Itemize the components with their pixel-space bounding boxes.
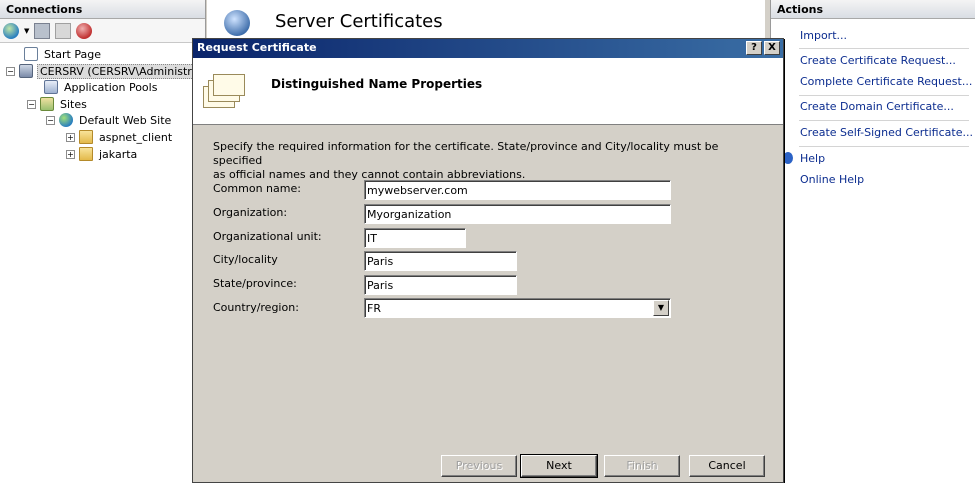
expand-icon[interactable]: + xyxy=(66,132,75,142)
certificate-icon xyxy=(203,72,245,112)
connections-toolbar: ▼ xyxy=(0,19,205,43)
city-label: City/locality xyxy=(213,253,278,266)
country-label: Country/region: xyxy=(213,301,299,314)
action-help[interactable]: Help xyxy=(800,152,825,165)
sites-icon xyxy=(40,97,54,111)
state-input[interactable] xyxy=(364,275,517,295)
tree-item-aspnet-client[interactable]: + aspnet_client xyxy=(66,129,174,145)
org-unit-label: Organizational unit: xyxy=(213,230,322,243)
request-certificate-dialog: Request Certificate ? X Distinguished Na… xyxy=(192,38,784,483)
action-import[interactable]: Import... xyxy=(800,29,847,42)
save-icon[interactable] xyxy=(34,22,51,39)
instructions-text: Specify the required information for the… xyxy=(213,140,753,182)
tree-item-label: jakarta xyxy=(99,147,138,161)
chevron-down-icon[interactable]: ▼ xyxy=(24,27,29,35)
globe-icon xyxy=(59,113,73,127)
tree-item-label: Sites xyxy=(60,97,87,111)
action-online-help[interactable]: Online Help xyxy=(800,173,864,186)
cancel-button[interactable]: Cancel xyxy=(689,455,765,477)
tree-item-server[interactable]: − CERSRV (CERSRV\Administrat xyxy=(6,63,206,79)
dialog-header-title: Distinguished Name Properties xyxy=(271,77,483,91)
close-button[interactable]: X xyxy=(764,41,780,55)
actions-header: Actions xyxy=(771,0,975,19)
next-button[interactable]: Next xyxy=(520,454,598,478)
country-select-value: FR xyxy=(367,302,381,315)
collapse-icon[interactable]: − xyxy=(46,115,55,125)
server-certificates-icon xyxy=(224,10,250,36)
chevron-down-icon[interactable]: ▼ xyxy=(653,300,669,316)
dialog-titlebar: Request Certificate ? X xyxy=(193,39,783,58)
instructions-line: Specify the required information for the… xyxy=(213,140,719,167)
state-label: State/province: xyxy=(213,277,297,290)
connect-icon[interactable] xyxy=(3,22,19,39)
finish-button[interactable]: Finish xyxy=(604,455,680,477)
connections-panel: Connections ▼ Start Page − CERSRV (CERSR… xyxy=(0,0,206,483)
tree-item-app-pools[interactable]: Application Pools xyxy=(44,79,159,95)
tree-item-label: Start Page xyxy=(44,47,101,61)
disconnect-icon[interactable] xyxy=(76,22,93,39)
city-input[interactable] xyxy=(364,251,517,271)
start-page-icon xyxy=(24,47,38,61)
action-create-self-signed-certificate[interactable]: Create Self-Signed Certificate... xyxy=(800,126,973,139)
folder-icon xyxy=(79,130,93,144)
divider xyxy=(799,95,969,96)
app-pools-icon xyxy=(44,80,58,94)
dialog-header: Distinguished Name Properties xyxy=(193,58,783,125)
expand-icon[interactable]: + xyxy=(66,149,75,159)
country-select[interactable]: FR ▼ xyxy=(364,298,671,318)
org-unit-input[interactable] xyxy=(364,228,466,248)
action-create-domain-certificate[interactable]: Create Domain Certificate... xyxy=(800,100,954,113)
help-icon xyxy=(783,152,793,164)
help-button[interactable]: ? xyxy=(746,41,762,55)
connections-header: Connections xyxy=(0,0,205,19)
action-complete-certificate-request[interactable]: Complete Certificate Request... xyxy=(800,75,972,88)
dialog-title: Request Certificate xyxy=(197,41,317,54)
previous-button[interactable]: Previous xyxy=(441,455,517,477)
actions-panel: Actions Import... Create Certificate Req… xyxy=(770,0,975,483)
tree-item-label: aspnet_client xyxy=(99,130,173,144)
up-level-icon[interactable] xyxy=(55,22,72,39)
tree-item-jakarta[interactable]: + jakarta xyxy=(66,146,139,162)
tree-item-label: Application Pools xyxy=(64,80,158,94)
divider xyxy=(799,120,969,121)
collapse-icon[interactable]: − xyxy=(27,99,36,109)
common-name-label: Common name: xyxy=(213,182,301,195)
action-create-certificate-request[interactable]: Create Certificate Request... xyxy=(800,54,956,67)
tree-item-default-web-site[interactable]: − Default Web Site xyxy=(46,112,173,128)
collapse-icon[interactable]: − xyxy=(6,66,15,76)
folder-icon xyxy=(79,147,93,161)
organization-input[interactable] xyxy=(364,204,671,224)
common-name-input[interactable] xyxy=(364,180,671,200)
page-title: Server Certificates xyxy=(275,11,443,32)
tree-item-start-page[interactable]: Start Page xyxy=(24,46,103,62)
divider xyxy=(799,146,969,147)
organization-label: Organization: xyxy=(213,206,288,219)
tree-item-label: Default Web Site xyxy=(79,113,172,127)
tree-item-sites[interactable]: − Sites xyxy=(27,96,89,112)
divider xyxy=(799,48,969,49)
server-icon xyxy=(19,64,33,78)
tree-item-label: CERSRV (CERSRV\Administrat xyxy=(37,63,206,79)
